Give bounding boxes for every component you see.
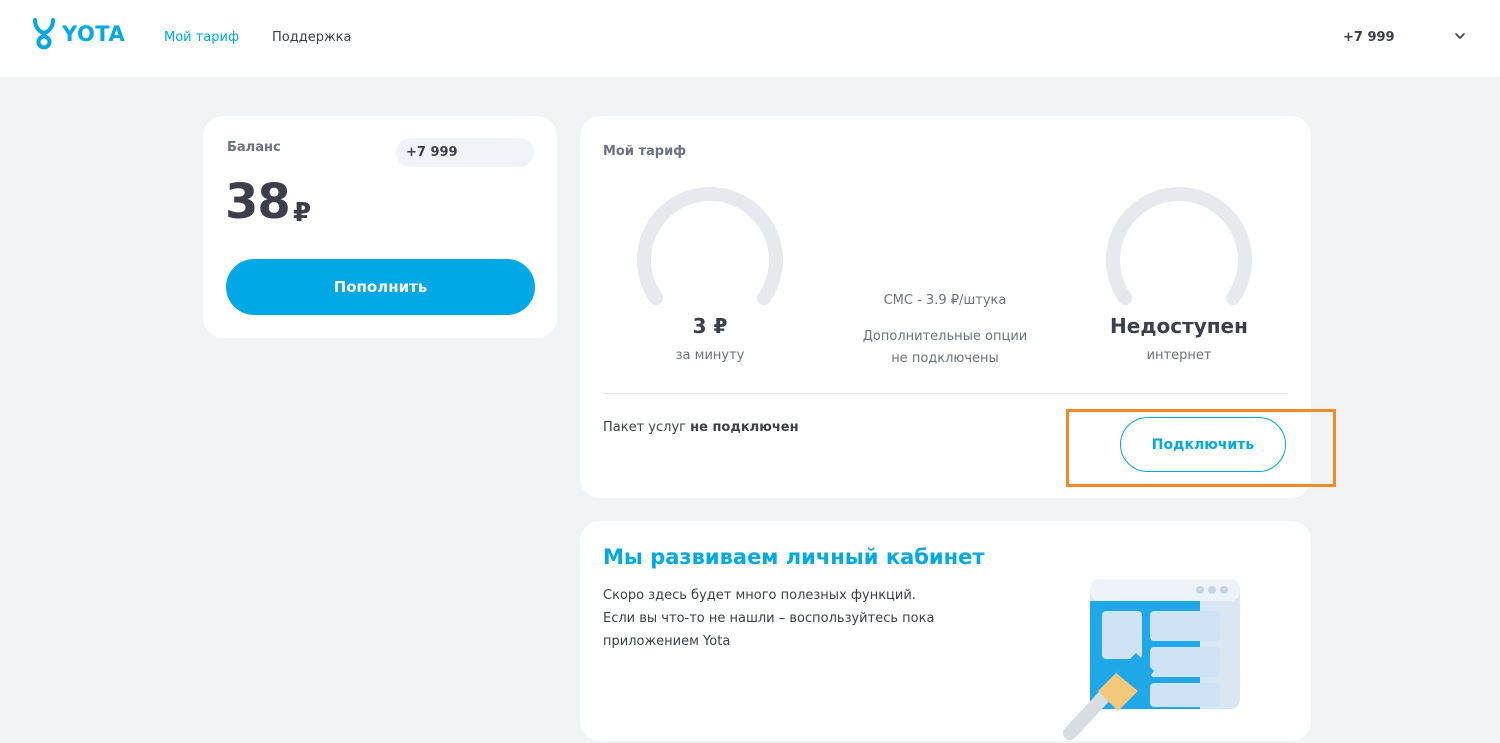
yota-logo[interactable]: YOTA [32, 18, 125, 50]
logo-text: YOTA [62, 22, 126, 46]
tariff-title: Мой тариф [603, 144, 687, 159]
options-line-1: Дополнительные опции [862, 329, 1028, 344]
balance-currency: ₽ [293, 198, 312, 228]
minutes-gauge [637, 187, 783, 305]
minute-price: 3 ₽ [692, 314, 728, 338]
balance-card: Баланс +7 999 38 ₽ Пополнить [203, 116, 557, 338]
topup-button[interactable]: Пополнить [226, 259, 535, 315]
promo-text: Скоро здесь будет много полезных функций… [603, 584, 983, 653]
minute-price-label: за минуту [675, 348, 745, 363]
top-bar: YOTA Мой тариф Поддержка +7 999 [0, 0, 1500, 77]
internet-status: Недоступен [1110, 314, 1248, 338]
connect-button[interactable]: Подключить [1120, 417, 1286, 472]
tariff-card: Мой тариф 3 ₽ за минуту СМС - 3.9 ₽/штук… [580, 116, 1311, 498]
yota-logo-icon [33, 18, 55, 50]
options-line-2: не подключены [891, 351, 999, 366]
package-status-line: Пакет услуг не подключен [603, 420, 799, 435]
divider [603, 393, 1288, 394]
balance-label: Баланс [227, 140, 281, 155]
additional-options: Дополнительные опции не подключены [835, 326, 1055, 370]
chevron-down-icon[interactable] [1452, 28, 1468, 44]
phone-number: +7 999 [406, 145, 458, 160]
phone-number-pill: +7 999 [396, 138, 534, 167]
balance-amount: 38 [225, 174, 291, 230]
internet-label: интернет [1146, 348, 1212, 363]
promo-line-2: Если вы что-то не нашли – воспользуйтесь… [603, 611, 935, 626]
account-phone[interactable]: +7 999 [1343, 30, 1395, 45]
internet-gauge [1106, 187, 1252, 305]
promo-line-1: Скоро здесь будет много полезных функций… [603, 588, 916, 603]
package-prefix: Пакет услуг [603, 420, 686, 435]
promo-card: Мы развиваем личный кабинет Скоро здесь … [580, 521, 1311, 741]
promo-title: Мы развиваем личный кабинет [603, 545, 985, 569]
nav-support[interactable]: Поддержка [272, 30, 352, 45]
promo-line-3: приложением Yota [603, 634, 731, 649]
nav-my-tariff[interactable]: Мой тариф [164, 30, 239, 45]
package-status: не подключен [690, 420, 799, 435]
sms-price: СМС - 3.9 ₽/штука [883, 293, 1007, 308]
